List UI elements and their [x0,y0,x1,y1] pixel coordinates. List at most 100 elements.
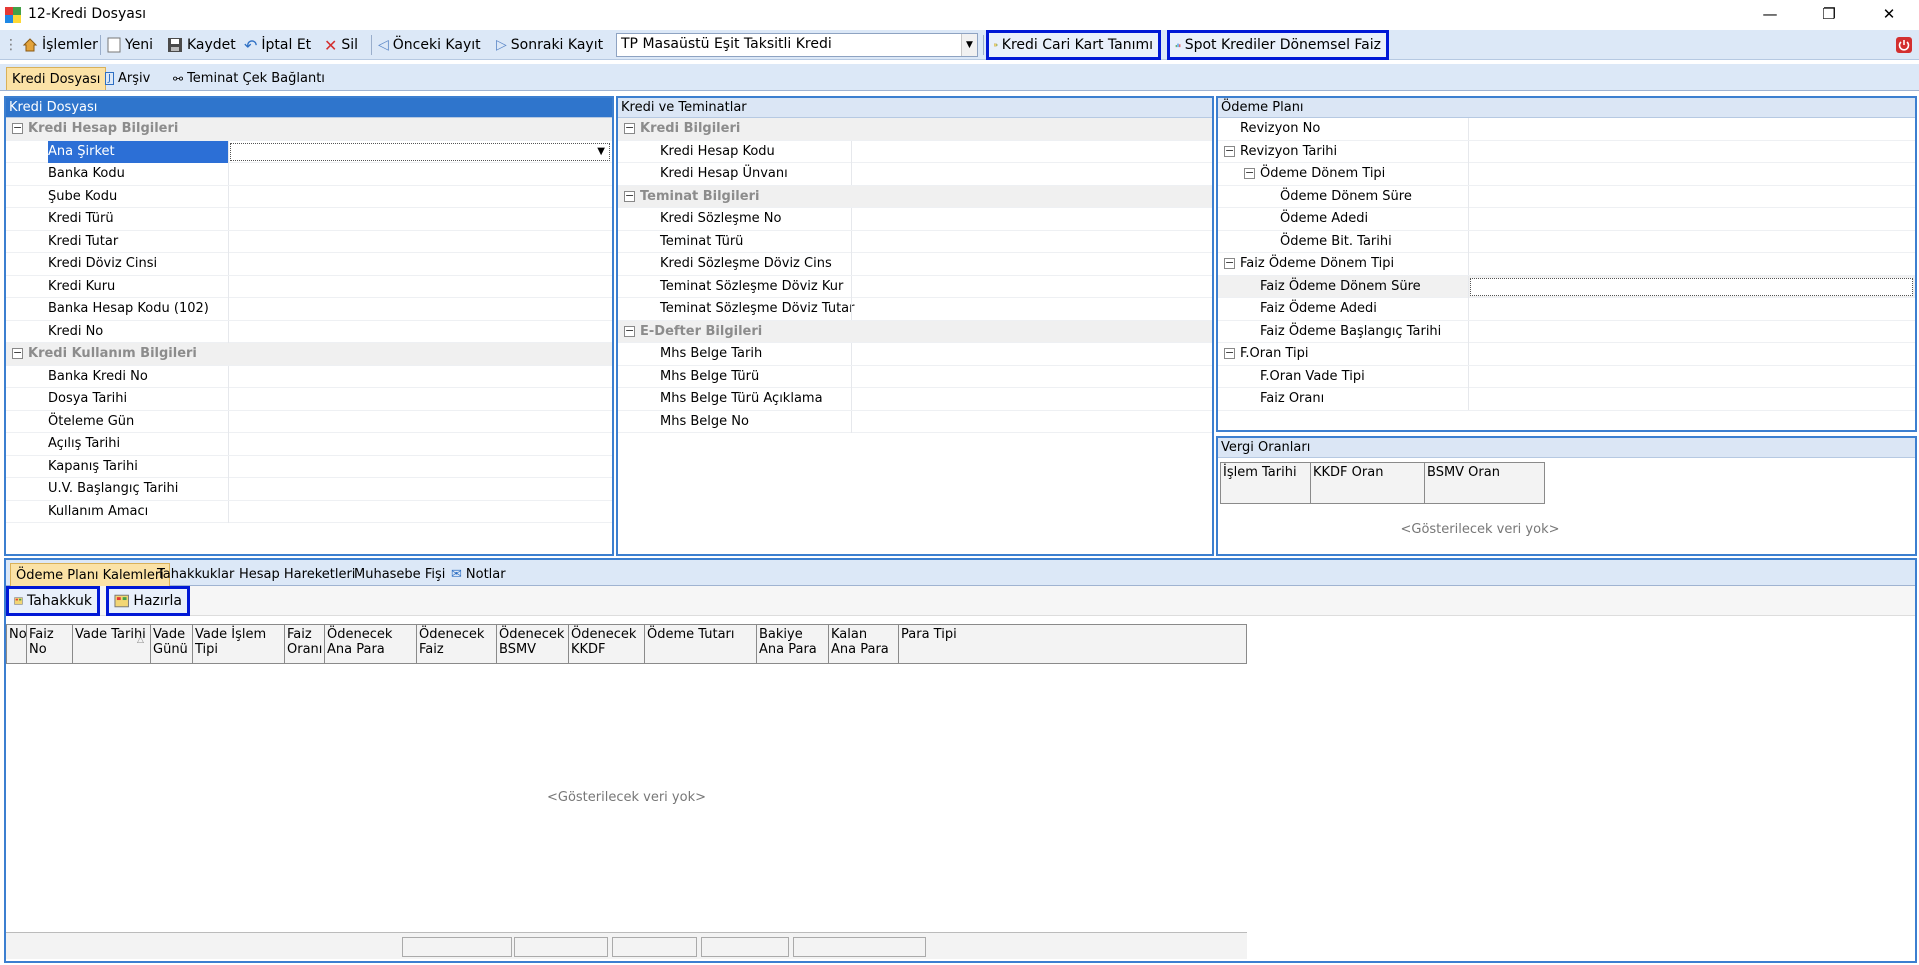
cancel-button[interactable]: ↶ İptal Et [244,34,311,56]
property-row[interactable]: Mhs Belge No [618,410,1212,433]
previous-record-button[interactable]: ◁ Önceki Kayıt [378,34,481,56]
property-row[interactable]: Banka Kredi No [6,365,612,388]
property-row[interactable]: Kredi Kuru [6,275,612,298]
property-row[interactable]: Mhs Belge Türü Açıklama [618,388,1212,411]
property-row[interactable]: Kredi Tutar [6,230,612,253]
tab-notlar[interactable]: ✉ Notlar [446,563,511,586]
faiz-odeme-donem-sure-input[interactable] [1470,277,1913,296]
property-row[interactable]: Faiz Ödeme Adedi [1218,298,1915,321]
collapse-icon[interactable]: − [12,122,23,134]
property-row[interactable]: − F.Oran Tipi [1218,343,1915,366]
islemler-menu[interactable]: ⋮ İşlemler [4,34,98,56]
column-header[interactable]: BSMV Oran [1425,463,1545,503]
property-row[interactable]: − Ödeme Dönem Tipi [1218,163,1915,186]
property-row[interactable]: Kredi Türü [6,208,612,231]
power-icon[interactable] [1896,37,1912,53]
property-row[interactable]: Kredi Sözleşme No [618,208,1212,231]
property-row[interactable]: Mhs Belge Türü [618,365,1212,388]
ana-sirket-dropdown[interactable]: ▼ [230,142,610,161]
collapse-icon[interactable]: − [1244,167,1255,179]
delete-button[interactable]: ✕ Sil [324,34,358,56]
property-row[interactable]: Ana Şirket ▼ [6,140,612,163]
property-row[interactable]: Kredi Hesap Kodu [618,140,1212,163]
property-row[interactable]: F.Oran Vade Tipi [1218,365,1915,388]
property-row[interactable]: Faiz Ödeme Başlangıç Tarihi [1218,320,1915,343]
property-row[interactable]: Banka Hesap Kodu (102) [6,298,612,321]
property-row[interactable]: Mhs Belge Tarih [618,343,1212,366]
collapse-icon[interactable]: − [624,325,635,337]
collapse-icon[interactable]: − [1224,347,1235,359]
property-row[interactable]: Teminat Sözleşme Döviz Kur [618,275,1212,298]
spot-faiz-button[interactable]: Spot Krediler Dönemsel Faiz [1167,30,1389,60]
property-row[interactable]: Teminat Türü [618,230,1212,253]
column-header[interactable]: Ödenecek BSMV [497,625,569,663]
property-row[interactable]: Açılış Tarihi [6,433,612,456]
collapse-icon[interactable]: − [1224,145,1235,157]
property-label: Ödeme Bit. Tarihi [1280,233,1392,249]
property-row[interactable]: Faiz Ödeme Dönem Süre [1218,275,1915,298]
property-row[interactable]: Banka Kodu [6,163,612,186]
column-header[interactable]: Bakiye Ana Para [757,625,829,663]
islemler-label: İşlemler [42,37,98,53]
next-record-button[interactable]: ▷ Sonraki Kayıt [496,34,603,56]
column-header[interactable]: Para Tipi [899,625,1013,663]
property-label: F.Oran Tipi [1240,346,1309,361]
collapse-icon[interactable]: − [1224,257,1235,269]
collapse-icon[interactable]: − [624,190,635,202]
collapse-icon[interactable]: − [624,122,635,134]
column-header[interactable]: KKDF Oran [1311,463,1425,503]
column-header[interactable]: Faiz No [27,625,73,663]
kredi-cari-kart-button[interactable]: Kredi Cari Kart Tanımı [986,30,1161,60]
restore-icon[interactable]: ❐ [1806,0,1852,30]
property-row[interactable]: − Revizyon Tarihi [1218,140,1915,163]
property-row[interactable]: Ödeme Dönem Süre [1218,185,1915,208]
column-header[interactable]: Vade Günü [151,625,193,663]
property-row[interactable]: Dosya Tarihi [6,388,612,411]
column-header[interactable]: Faiz Oranı [285,625,325,663]
property-row[interactable]: Faiz Oranı [1218,388,1915,411]
property-row[interactable]: Teminat Sözleşme Döviz Tutar [618,298,1212,321]
tahakkuk-button[interactable]: Tahakkuk [6,586,100,616]
new-button[interactable]: Yeni [107,34,153,56]
property-row[interactable]: U.V. Başlangıç Tarihi [6,478,612,501]
credit-type-combo[interactable]: TP Masaüstü Eşit Taksitli Kredi ▼ [616,33,978,57]
column-header[interactable]: Ödenecek Faiz [417,625,497,663]
tab-muhasebe-fisi[interactable]: Muhasebe Fişi [349,563,450,586]
tab-teminat-cek[interactable]: ⚯ Teminat Çek Bağlantı [168,67,330,90]
close-icon[interactable]: ✕ [1866,0,1912,30]
tab-hesap-hareketleri[interactable]: Hesap Hareketleri [234,563,360,586]
tab-tahakkuklar[interactable]: Tahakkuklar [152,563,239,586]
column-header[interactable]: Kalan Ana Para [829,625,899,663]
chevron-down-icon[interactable]: ▼ [961,34,977,56]
property-row[interactable]: Ödeme Adedi [1218,208,1915,231]
column-header[interactable]: Ödenecek Ana Para [325,625,417,663]
column-header[interactable]: No [7,625,27,663]
property-row[interactable]: Revizyon No [1218,118,1915,141]
property-row[interactable]: Öteleme Gün [6,410,612,433]
column-header[interactable]: Ödenecek KKDF [569,625,645,663]
category-row: − Kredi Hesap Bilgileri [6,118,612,141]
sort-asc-icon[interactable]: △ [137,635,144,645]
property-row[interactable]: − Faiz Ödeme Dönem Tipi [1218,253,1915,276]
property-row[interactable]: Kredi Hesap Ünvanı [618,163,1212,186]
tab-kredi-dosyasi[interactable]: Kredi Dosyası [6,67,107,90]
collapse-icon[interactable]: − [12,347,23,359]
hazirla-button[interactable]: Hazırla [106,586,190,616]
column-header[interactable]: Vade İşlem Tipi [193,625,285,663]
property-row[interactable]: Kredi Döviz Cinsi [6,253,612,276]
tab-arsiv[interactable]: J Arşiv [100,67,155,90]
chevron-down-icon[interactable]: ▼ [597,146,605,157]
property-row[interactable]: Ödeme Bit. Tarihi [1218,230,1915,253]
minimize-icon[interactable]: — [1747,0,1793,30]
save-button[interactable]: Kaydet [167,34,236,56]
property-row[interactable]: Kredi Sözleşme Döviz Cins [618,253,1212,276]
property-row[interactable]: Şube Kodu [6,185,612,208]
tab-label: Arşiv [117,71,151,86]
spot-faiz-label: Spot Krediler Dönemsel Faiz [1184,37,1381,53]
property-row[interactable]: Kullanım Amacı [6,500,612,523]
property-row[interactable]: Kredi No [6,320,612,343]
column-header[interactable]: Ödeme Tutarı [645,625,757,663]
column-header[interactable]: İşlem Tarihi [1221,463,1311,503]
property-row[interactable]: Kapanış Tarihi [6,455,612,478]
tab-odeme-plani-kalemleri[interactable]: Ödeme Planı Kalemleri [10,563,170,586]
